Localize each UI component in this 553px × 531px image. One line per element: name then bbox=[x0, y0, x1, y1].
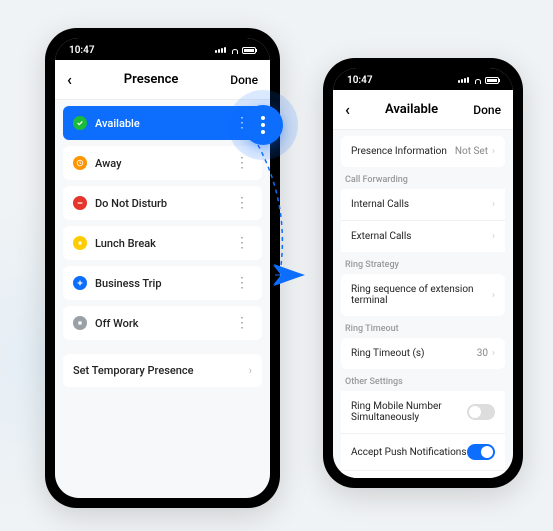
status-time: 10:47 bbox=[69, 45, 95, 56]
section-header-ring-timeout: Ring Timeout bbox=[345, 324, 501, 334]
presence-label: Lunch Break bbox=[95, 237, 156, 250]
setting-label: External Calls bbox=[351, 231, 492, 242]
check-icon bbox=[73, 116, 87, 130]
more-options-fab[interactable] bbox=[243, 105, 283, 145]
set-temporary-presence-row[interactable]: Set Temporary Presence › bbox=[63, 354, 262, 387]
battery-icon bbox=[485, 77, 499, 84]
status-icons bbox=[458, 76, 499, 84]
nav-header: ‹ Presence Done bbox=[55, 60, 270, 100]
push-notifications-toggle[interactable] bbox=[467, 444, 495, 460]
chevron-right-icon: › bbox=[492, 231, 495, 242]
presence-label: Do Not Disturb bbox=[95, 197, 167, 210]
setting-label: Ring sequence of extension terminal bbox=[351, 284, 492, 306]
wifi-icon bbox=[229, 46, 239, 54]
dot-icon bbox=[73, 236, 87, 250]
agent-status-auto-switch-row[interactable]: Agent Status Auto Switch Do Nothing › bbox=[341, 470, 505, 478]
setting-label: Presence Information bbox=[351, 146, 455, 157]
setting-label: Ring Mobile Number Simultaneously bbox=[351, 401, 467, 423]
presence-label: Business Trip bbox=[95, 277, 162, 290]
chevron-right-icon: › bbox=[492, 290, 495, 301]
dot-icon bbox=[261, 116, 265, 120]
dot-icon bbox=[261, 123, 265, 127]
setting-label: Internal Calls bbox=[351, 199, 492, 210]
presence-label: Off Work bbox=[95, 317, 138, 330]
battery-icon bbox=[242, 47, 256, 54]
dot-icon bbox=[261, 130, 265, 134]
clock-icon bbox=[73, 156, 87, 170]
section-header-ring-strategy: Ring Strategy bbox=[345, 260, 501, 270]
internal-calls-row[interactable]: Internal Calls › bbox=[341, 189, 505, 220]
presence-option-off-work[interactable]: Off Work ⋮ bbox=[63, 306, 262, 340]
section-header-other-settings: Other Settings bbox=[345, 377, 501, 387]
chevron-right-icon: › bbox=[492, 199, 495, 210]
chevron-right-icon: › bbox=[492, 146, 495, 157]
push-notifications-row: Accept Push Notifications bbox=[341, 433, 505, 470]
presence-information-row[interactable]: Presence Information Not Set › bbox=[341, 136, 505, 167]
presence-label: Away bbox=[95, 157, 122, 170]
setting-label: Ring Timeout (s) bbox=[351, 348, 477, 359]
square-icon bbox=[73, 316, 87, 330]
presence-label: Available bbox=[95, 117, 140, 130]
signal-icon bbox=[458, 77, 469, 83]
phone-mockup-available-settings: 10:47 ‹ Available Done Presence Informat… bbox=[323, 58, 523, 488]
chevron-right-icon: › bbox=[492, 348, 495, 359]
more-options-button[interactable]: ⋮ bbox=[231, 316, 252, 330]
ring-mobile-toggle[interactable] bbox=[467, 404, 495, 420]
status-time: 10:47 bbox=[347, 75, 373, 86]
setting-label: Accept Push Notifications bbox=[351, 447, 467, 458]
wifi-icon bbox=[472, 76, 482, 84]
ring-strategy-row[interactable]: Ring sequence of extension terminal › bbox=[341, 274, 505, 316]
external-calls-row[interactable]: External Calls › bbox=[341, 220, 505, 252]
section-header-call-forwarding: Call Forwarding bbox=[345, 175, 501, 185]
ring-timeout-row[interactable]: Ring Timeout (s) 30 › bbox=[341, 338, 505, 369]
page-title: Available bbox=[350, 102, 473, 117]
signal-icon bbox=[215, 47, 226, 53]
setting-value: Not Set bbox=[455, 146, 488, 157]
nav-header: ‹ Available Done bbox=[333, 90, 513, 130]
status-icons bbox=[215, 46, 256, 54]
ring-mobile-row: Ring Mobile Number Simultaneously bbox=[341, 391, 505, 433]
setting-value: 30 bbox=[477, 348, 488, 359]
settings-content: Presence Information Not Set › Call Forw… bbox=[333, 130, 513, 478]
status-bar: 10:47 bbox=[333, 68, 513, 90]
other-settings-group: Ring Mobile Number Simultaneously Accept… bbox=[341, 391, 505, 478]
screen: 10:47 ‹ Available Done Presence Informat… bbox=[333, 68, 513, 478]
arrow-head-icon bbox=[273, 263, 307, 287]
done-button[interactable]: Done bbox=[230, 73, 258, 87]
set-temporary-presence-label: Set Temporary Presence bbox=[73, 364, 194, 377]
minus-icon bbox=[73, 196, 87, 210]
done-button[interactable]: Done bbox=[473, 103, 501, 117]
page-title: Presence bbox=[72, 72, 230, 87]
chevron-right-icon: › bbox=[249, 364, 252, 377]
plus-icon bbox=[73, 276, 87, 290]
status-bar: 10:47 bbox=[55, 38, 270, 60]
call-forwarding-group: Internal Calls › External Calls › bbox=[341, 189, 505, 252]
